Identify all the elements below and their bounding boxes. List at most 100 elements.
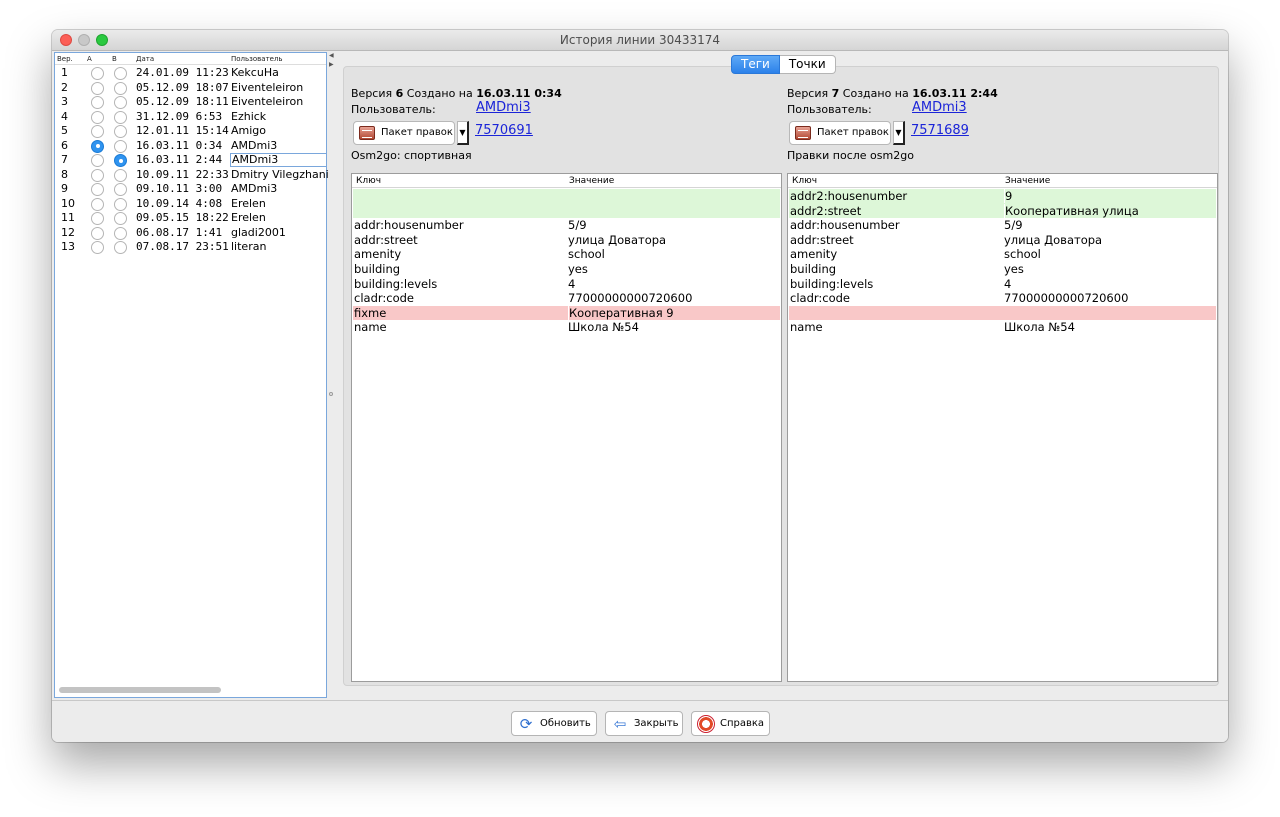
compare-b-radio[interactable] bbox=[114, 212, 127, 225]
tag-value: yes bbox=[568, 262, 588, 276]
value-column-header[interactable]: Значение bbox=[569, 176, 614, 186]
version-row[interactable]: 3 05.12.09 18:11 Eiventeleiron bbox=[55, 95, 326, 110]
tag-row[interactable]: building:levels 4 bbox=[789, 277, 1216, 292]
tags-table-a[interactable]: Ключ Значение addr:housenumber 5/9 addr:st… bbox=[351, 173, 782, 682]
compare-a-radio[interactable] bbox=[91, 197, 104, 211]
column-header-user[interactable]: Пользователь bbox=[231, 55, 283, 63]
compare-a-radio[interactable] bbox=[91, 212, 104, 225]
compare-a-radio[interactable] bbox=[91, 67, 104, 80]
collapse-left-arrow-icon[interactable]: ◀ bbox=[329, 52, 334, 59]
tag-row[interactable]: building yes bbox=[353, 262, 780, 277]
changeset-button[interactable]: Пакет правок bbox=[789, 121, 891, 145]
version-row[interactable]: 13 07.08.17 23:51 literan bbox=[55, 240, 326, 255]
compare-a-radio[interactable] bbox=[91, 110, 104, 124]
version-user: Eiventeleiron bbox=[231, 95, 304, 108]
tag-row[interactable]: addr2:housenumber 9 bbox=[789, 189, 1216, 204]
version-date: 16.03.11 0:34 bbox=[136, 138, 223, 152]
version-label: Версия bbox=[787, 87, 829, 100]
version-row[interactable]: 6 16.03.11 0:34 AMDmi3 bbox=[55, 139, 326, 154]
version-row[interactable]: 11 09.05.15 18:22 Erelen bbox=[55, 211, 326, 226]
tag-key: addr:street bbox=[790, 232, 854, 247]
key-column-header[interactable]: Ключ bbox=[792, 176, 817, 186]
split-pane-divider[interactable]: ◀ ▶ bbox=[328, 52, 336, 700]
compare-b-radio[interactable] bbox=[114, 139, 127, 153]
refresh-button[interactable]: ⟳ Обновить bbox=[511, 711, 597, 736]
tag-value: Школа №54 bbox=[568, 320, 639, 335]
compare-b-radio[interactable] bbox=[114, 96, 127, 109]
tag-row[interactable]: addr:housenumber 5/9 bbox=[789, 218, 1216, 233]
compare-b-radio[interactable] bbox=[114, 154, 127, 167]
column-header-a[interactable]: А bbox=[87, 55, 92, 63]
compare-a-radio[interactable] bbox=[91, 154, 104, 167]
compare-b-radio[interactable] bbox=[114, 241, 127, 254]
version-row[interactable]: 2 05.12.09 18:07 Eiventeleiron bbox=[55, 81, 326, 96]
compare-b-radio[interactable] bbox=[114, 110, 127, 124]
tag-row[interactable]: amenity school bbox=[353, 247, 780, 262]
tags-table-header: Ключ Значение bbox=[352, 174, 781, 188]
column-header-b[interactable]: В bbox=[112, 55, 117, 63]
compare-b-radio[interactable] bbox=[114, 168, 127, 182]
tags-table-b[interactable]: Ключ Значение addr2:housenumber 9 addr2:st… bbox=[787, 173, 1218, 682]
version-row[interactable]: 5 12.01.11 15:14 Amigo bbox=[55, 124, 326, 139]
compare-a-radio[interactable] bbox=[91, 125, 104, 138]
version-date: 06.08.17 1:41 bbox=[136, 225, 223, 239]
expand-right-arrow-icon[interactable]: ▶ bbox=[329, 61, 334, 68]
version-row[interactable]: 12 06.08.17 1:41 gladi2001 bbox=[55, 226, 326, 241]
version-date: 05.12.09 18:11 bbox=[136, 95, 229, 108]
tag-row[interactable]: name Школа №54 bbox=[353, 320, 780, 335]
tag-row[interactable]: addr2:street Кооперативная улица bbox=[789, 203, 1216, 219]
close-button[interactable]: ⇦ Закрыть bbox=[605, 711, 683, 736]
tag-row[interactable]: cladr:code 77000000000720600 bbox=[789, 291, 1216, 306]
tag-row[interactable]: addr:street улица Доватора bbox=[353, 233, 780, 248]
close-button-label: Закрыть bbox=[634, 718, 679, 729]
changeset-link[interactable]: 7570691 bbox=[475, 123, 533, 138]
tag-row[interactable]: building:levels 4 bbox=[353, 277, 780, 292]
user-link[interactable]: AMDmi3 bbox=[476, 100, 531, 115]
tag-row[interactable]: fixme Кооперативная 9 bbox=[353, 305, 780, 321]
version-row[interactable]: 10 10.09.14 4:08 Erelen bbox=[55, 197, 326, 212]
key-column-header[interactable]: Ключ bbox=[356, 176, 381, 186]
compare-b-radio[interactable] bbox=[114, 183, 127, 196]
tab-tags[interactable]: Теги bbox=[731, 55, 780, 74]
compare-b-radio[interactable] bbox=[114, 197, 127, 211]
tag-row[interactable]: name Школа №54 bbox=[789, 320, 1216, 335]
compare-b-radio[interactable] bbox=[114, 67, 127, 80]
changeset-dropdown-button[interactable]: ▼ bbox=[893, 121, 905, 145]
version-row[interactable]: 4 31.12.09 6:53 Ezhick bbox=[55, 110, 326, 125]
compare-a-radio[interactable] bbox=[91, 81, 104, 95]
horizontal-scrollbar[interactable] bbox=[59, 687, 221, 693]
tag-row[interactable]: addr:street улица Доватора bbox=[789, 233, 1216, 248]
compare-b-radio[interactable] bbox=[114, 81, 127, 95]
version-row[interactable]: 7 16.03.11 2:44 AMDmi3 bbox=[55, 153, 327, 168]
user-link[interactable]: AMDmi3 bbox=[912, 100, 967, 115]
package-icon bbox=[359, 126, 375, 140]
compare-a-radio[interactable] bbox=[91, 139, 104, 153]
tags-tab-panel: Версия 6 Создано на 16.03.11 0:34 Пользо… bbox=[343, 66, 1219, 686]
tag-row[interactable] bbox=[353, 189, 780, 204]
compare-a-radio[interactable] bbox=[91, 183, 104, 196]
compare-b-radio[interactable] bbox=[114, 125, 127, 138]
tag-row[interactable]: cladr:code 77000000000720600 bbox=[353, 291, 780, 306]
compare-a-radio[interactable] bbox=[91, 168, 104, 182]
compare-b-radio[interactable] bbox=[114, 226, 127, 240]
compare-a-radio[interactable] bbox=[91, 241, 104, 254]
changeset-link[interactable]: 7571689 bbox=[911, 123, 969, 138]
changeset-button[interactable]: Пакет правок bbox=[353, 121, 455, 145]
tab-points[interactable]: Точки bbox=[779, 55, 836, 74]
tag-row[interactable]: building yes bbox=[789, 262, 1216, 277]
compare-a-radio[interactable] bbox=[91, 226, 104, 240]
tag-row[interactable]: amenity school bbox=[789, 247, 1216, 262]
tag-row[interactable]: addr:housenumber 5/9 bbox=[353, 218, 780, 233]
version-row[interactable]: 8 10.09.11 22:33 Dmitry Vilegzhanin bbox=[55, 168, 328, 183]
value-column-header[interactable]: Значение bbox=[1005, 176, 1050, 186]
version-row[interactable]: 9 09.10.11 3:00 AMDmi3 bbox=[55, 182, 326, 197]
version-row[interactable]: 1 24.01.09 11:23 KekcuHa bbox=[55, 66, 326, 81]
version-number: 10 bbox=[61, 196, 75, 210]
compare-a-radio[interactable] bbox=[91, 96, 104, 109]
column-header-ver[interactable]: Вер. bbox=[57, 55, 73, 63]
column-header-date[interactable]: Дата bbox=[136, 55, 154, 63]
help-button[interactable]: Справка bbox=[691, 711, 770, 736]
tag-row[interactable] bbox=[353, 203, 780, 219]
tag-row[interactable] bbox=[789, 305, 1216, 321]
changeset-dropdown-button[interactable]: ▼ bbox=[457, 121, 469, 145]
